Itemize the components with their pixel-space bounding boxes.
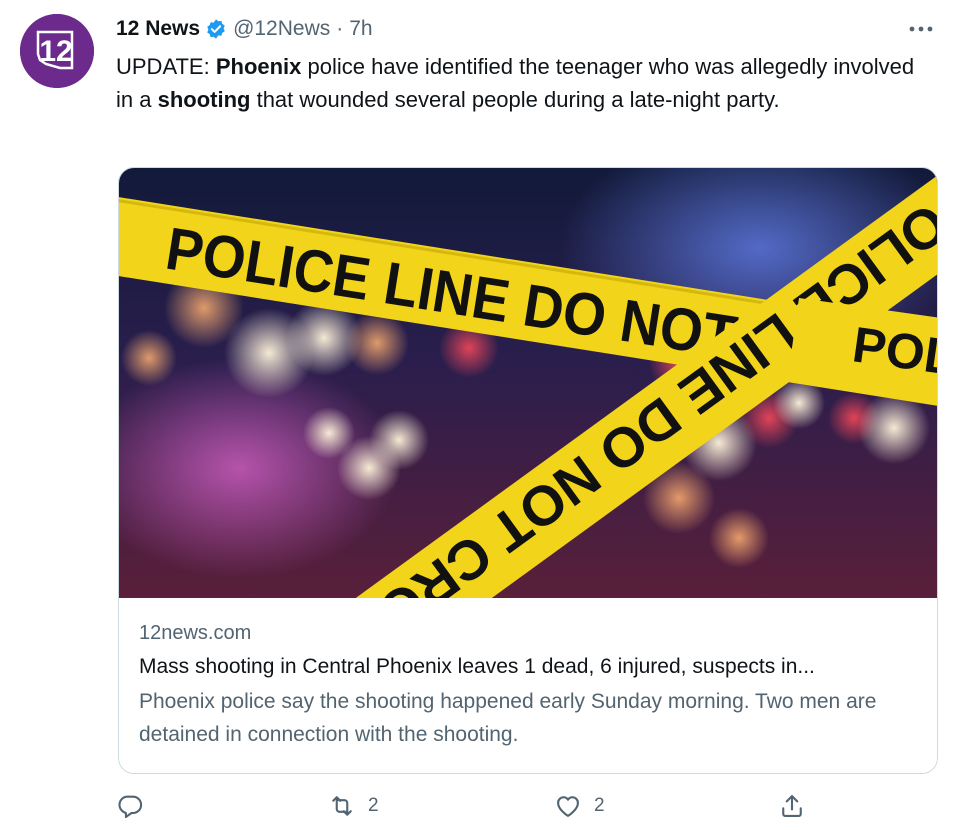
more-options-icon[interactable] bbox=[906, 16, 936, 42]
like-button[interactable]: 2 bbox=[554, 792, 605, 820]
logo-text: 12 bbox=[39, 35, 72, 68]
card-domain: 12news.com bbox=[139, 622, 252, 644]
police-tape-photo: POLICE LINE DO NOT CROSS POLICE LINE DO … bbox=[119, 168, 937, 598]
avatar[interactable]: 12 bbox=[20, 14, 94, 88]
verified-badge-icon bbox=[205, 18, 227, 40]
card-body: 12news.com Mass shooting in Central Phoe… bbox=[139, 616, 917, 751]
tweet-text: UPDATE: Phoenix police have identified t… bbox=[116, 50, 916, 116]
12-news-logo-icon: 12 bbox=[20, 14, 94, 88]
tweet-text-part: that wounded several people during a lat… bbox=[250, 87, 780, 112]
retweet-icon bbox=[332, 796, 352, 816]
share-button[interactable] bbox=[778, 792, 806, 820]
author-display-name[interactable]: 12 News bbox=[116, 17, 200, 41]
share-icon bbox=[782, 795, 802, 817]
tweet-timestamp[interactable]: 7h bbox=[349, 17, 372, 41]
separator-dot: · bbox=[336, 17, 344, 40]
tweet-header: 12 News @12News · 7h bbox=[116, 12, 936, 46]
link-preview-card[interactable]: POLICE LINE DO NOT CROSS POLICE LINE DO … bbox=[118, 167, 938, 774]
tweet-text-bold: shooting bbox=[157, 87, 251, 112]
tweet-text-bold: Phoenix bbox=[215, 54, 302, 79]
tweet-text-part: UPDATE: bbox=[116, 54, 216, 79]
reply-icon bbox=[118, 795, 143, 819]
author-handle[interactable]: @12News bbox=[233, 17, 330, 41]
reply-button[interactable] bbox=[116, 792, 156, 820]
tweet-actions: 2 2 bbox=[116, 788, 816, 828]
card-description: Phoenix police say the shooting happened… bbox=[139, 690, 877, 746]
like-count: 2 bbox=[594, 795, 605, 816]
retweet-count: 2 bbox=[368, 795, 379, 816]
heart-icon bbox=[557, 796, 579, 817]
retweet-button[interactable]: 2 bbox=[328, 792, 379, 820]
card-title: Mass shooting in Central Phoenix leaves … bbox=[139, 655, 815, 678]
